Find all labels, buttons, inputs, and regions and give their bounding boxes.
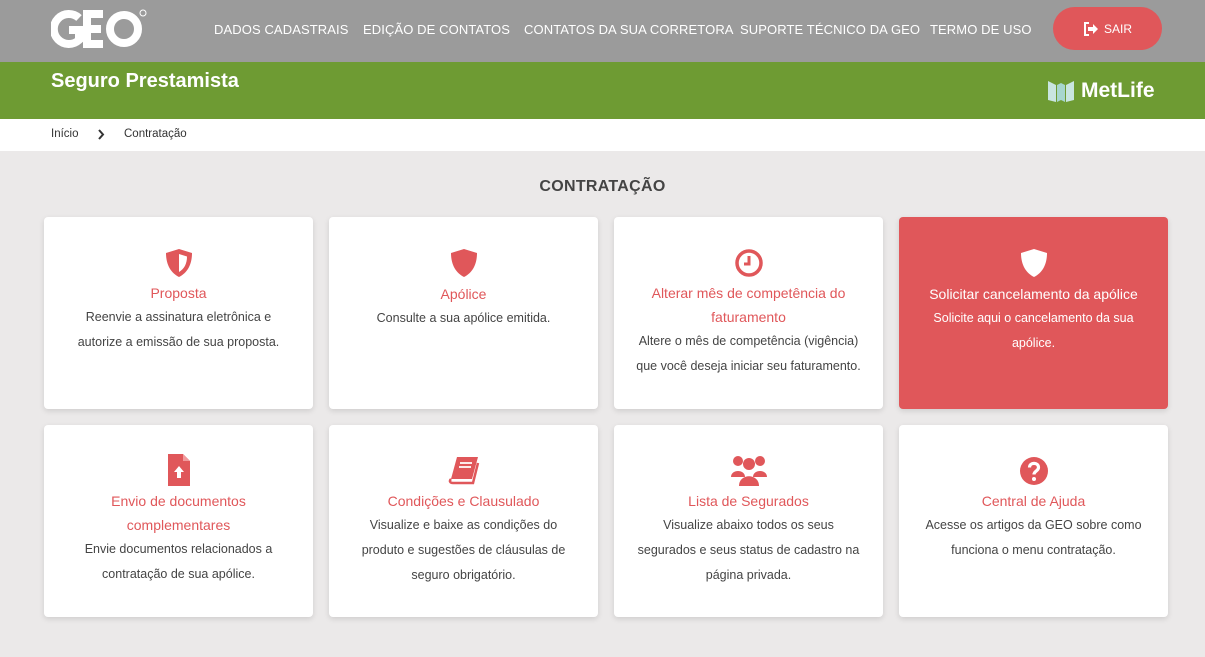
geo-logo[interactable]	[51, 9, 147, 49]
nav-dados-cadastrais[interactable]: DADOS CADASTRAIS	[214, 22, 349, 37]
page-title: Seguro Prestamista	[51, 70, 239, 92]
card-envio-documentos[interactable]: Envio de documentos complementares Envie…	[44, 425, 313, 617]
nav-termo-de-uso[interactable]: TERMO DE USO	[930, 22, 1032, 37]
breadcrumb-inicio[interactable]: Início	[51, 128, 79, 140]
breadcrumb-contratacao: Contratação	[124, 128, 187, 140]
card-description: Visualize abaixo todos os seus segurados…	[637, 518, 860, 582]
shield-icon	[1020, 249, 1047, 277]
book-icon	[448, 457, 479, 485]
card-condicoes-clausulado[interactable]: Condições e Clausulado Visualize e baixe…	[329, 425, 598, 617]
geo-logo-icon	[51, 9, 147, 48]
file-upload-icon	[167, 454, 190, 486]
card-central-ajuda[interactable]: Central de Ajuda Acesse os artigos da GE…	[899, 425, 1168, 617]
nav-edicao-de-contatos[interactable]: EDIÇÃO DE CONTATOS	[363, 22, 510, 37]
shield-icon	[450, 249, 477, 277]
card-lista-segurados[interactable]: Lista de Segurados Visualize abaixo todo…	[614, 425, 883, 617]
card-title: Apólice	[440, 286, 487, 302]
section-title: CONTRATAÇÃO	[539, 178, 666, 195]
card-description: Envie documentos relacionados a contrata…	[84, 542, 273, 581]
card-title: Central de Ajuda	[981, 493, 1086, 509]
logout-button[interactable]: SAIR	[1053, 7, 1162, 50]
metlife-logo: MetLife	[1047, 77, 1155, 105]
card-title: Condições e Clausulado	[387, 493, 540, 509]
logout-label: SAIR	[1103, 21, 1132, 36]
nav-suporte-tecnico[interactable]: SUPORTE TÉCNICO DA GEO	[740, 22, 920, 37]
breadcrumb: Início Contratação	[0, 119, 1205, 151]
product-banner: Seguro Prestamista MetLife	[0, 62, 1205, 119]
card-cancelamento[interactable]: Solicitar cancelamento da apólice Solici…	[899, 217, 1168, 409]
card-apolice[interactable]: Apólice Consulte a sua apólice emitida.	[329, 217, 598, 409]
card-description: Solicite aqui o cancelamento da sua apól…	[933, 311, 1134, 350]
question-circle-icon	[1019, 457, 1048, 485]
card-title: Solicitar cancelamento da apólice	[929, 286, 1138, 302]
card-description: Acesse os artigos da GEO sobre como func…	[925, 518, 1142, 557]
card-description: Reenvie a assinatura eletrônica e autori…	[77, 310, 280, 349]
card-alterar-mes[interactable]: Alterar mês de competência do faturament…	[614, 217, 883, 409]
sign-out-icon	[1083, 21, 1098, 36]
card-title: Proposta	[150, 285, 207, 301]
clock-icon	[734, 249, 763, 277]
metlife-text: MetLife	[1081, 79, 1155, 102]
chevron-right-icon	[98, 129, 105, 140]
card-title: Envio de documentos complementares	[111, 493, 246, 533]
users-icon	[730, 456, 767, 486]
card-description: Visualize e baixe as condições do produt…	[361, 518, 566, 582]
shield-half-icon	[165, 249, 192, 277]
metlife-m-icon	[1048, 81, 1074, 102]
card-title: Lista de Segurados	[688, 493, 809, 509]
card-title: Alterar mês de competência do faturament…	[651, 285, 846, 325]
nav-contatos-da-corretora[interactable]: CONTATOS DA SUA CORRETORA	[524, 22, 734, 37]
card-description: Altere o mês de competência (vigência) q…	[636, 334, 861, 373]
top-navigation-bar: DADOS CADASTRAIS EDIÇÃO DE CONTATOS CONT…	[0, 0, 1205, 62]
card-proposta[interactable]: Proposta Reenvie a assinatura eletrônica…	[44, 217, 313, 409]
card-description: Consulte a sua apólice emitida.	[376, 311, 551, 325]
